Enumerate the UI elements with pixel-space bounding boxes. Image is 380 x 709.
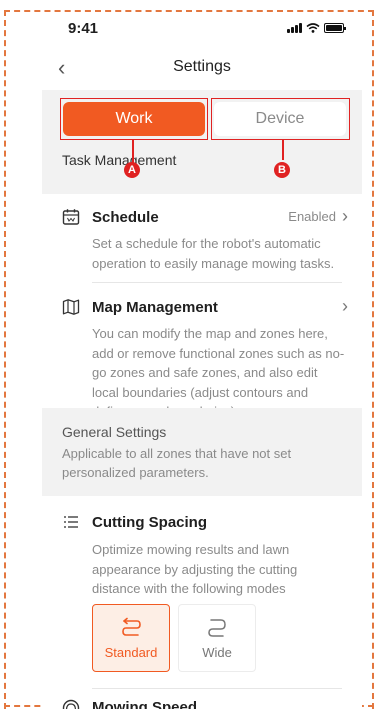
map-management-chevron[interactable]: › xyxy=(342,296,348,316)
battery-icon xyxy=(324,23,346,33)
mode-wide-label: Wide xyxy=(202,644,232,660)
annotation-marker-b: B xyxy=(274,162,290,178)
chevron-right-icon: › xyxy=(342,296,348,316)
standard-path-icon xyxy=(122,617,141,636)
signal-icon xyxy=(287,23,302,33)
tab-device[interactable]: Device xyxy=(210,98,350,140)
schedule-status-text: Enabled xyxy=(288,208,336,224)
mode-wide-button[interactable]: Wide xyxy=(178,604,256,672)
wide-path-icon xyxy=(208,618,226,637)
mode-standard-label: Standard xyxy=(104,644,158,660)
outer-dashed-frame-right xyxy=(372,10,374,709)
general-settings-description: Applicable to all zones that have not se… xyxy=(62,446,292,480)
tab-work-label: Work xyxy=(115,110,153,127)
task-management-card: Schedule Enabled › Set a schedule for th… xyxy=(42,194,362,419)
row-divider xyxy=(92,688,342,689)
map-management-title: Map Management xyxy=(92,299,218,316)
tab-switcher: Work Device xyxy=(60,98,350,140)
row-divider xyxy=(92,282,342,283)
map-icon xyxy=(62,299,80,315)
task-management-heading: Task Management xyxy=(62,152,177,168)
nav-bar: ‹ Settings xyxy=(42,54,362,84)
list-icon xyxy=(64,516,78,528)
annotation-leader-b xyxy=(282,140,284,160)
status-bar: 9:41 xyxy=(42,16,362,42)
status-time: 9:41 xyxy=(68,20,99,37)
chevron-right-icon: › xyxy=(342,206,348,226)
mowing-speed-title: Mowing Speed xyxy=(92,699,197,709)
outer-dashed-frame-top xyxy=(4,10,374,12)
outer-dashed-frame-left xyxy=(4,10,6,709)
wifi-icon xyxy=(306,23,320,33)
tab-device-label: Device xyxy=(255,110,305,127)
map-management-description: You can modify the map and zones here, a… xyxy=(92,326,345,419)
schedule-status[interactable]: Enabled › xyxy=(288,206,348,226)
phone-screen: 9:41 ‹ Settings Work Device Task Managem… xyxy=(42,16,362,709)
cutting-spacing-description: Optimize mowing results and lawn appeara… xyxy=(92,542,298,596)
schedule-description: Set a schedule for the robot's automatic… xyxy=(92,236,335,271)
cutting-spacing-title: Cutting Spacing xyxy=(92,514,207,531)
mode-standard-button[interactable]: Standard xyxy=(92,604,170,672)
speedometer-icon xyxy=(62,699,80,709)
schedule-title: Schedule xyxy=(92,209,159,226)
general-settings-title: General Settings xyxy=(62,424,167,440)
annotation-marker-a: A xyxy=(124,162,140,178)
status-icons xyxy=(287,23,346,33)
tab-work[interactable]: Work xyxy=(60,98,208,140)
calendar-icon xyxy=(62,209,80,225)
page-title: Settings xyxy=(173,58,231,75)
